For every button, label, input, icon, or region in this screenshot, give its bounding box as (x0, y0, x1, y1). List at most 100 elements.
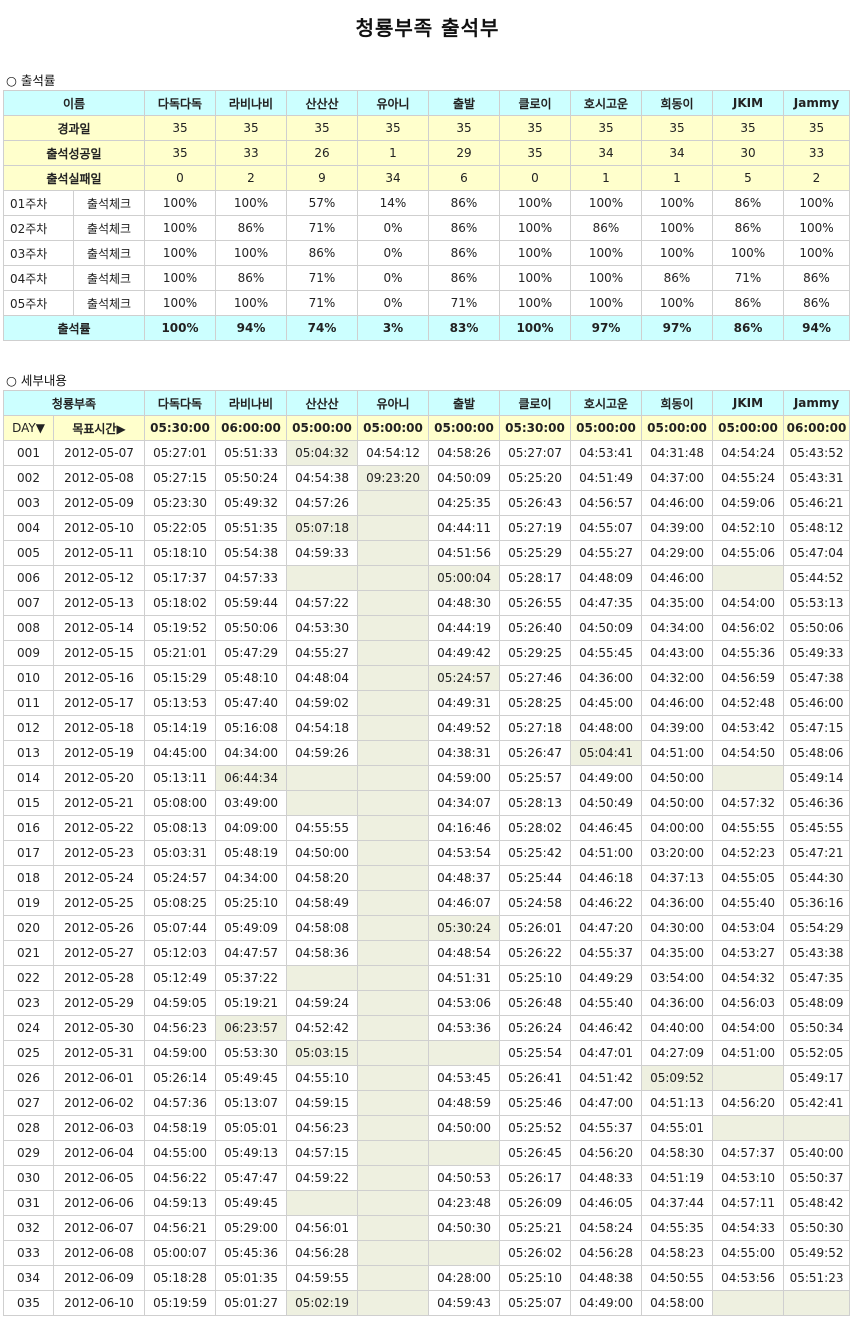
day-number: 004 (3, 515, 54, 541)
check-in-time: 05:25:10 (499, 1265, 572, 1291)
date: 2012-05-23 (52, 840, 146, 866)
check-in-time: 04:46:18 (570, 865, 643, 891)
check-in-time: 04:58:24 (570, 1215, 643, 1241)
check-in-time: 04:54:50 (712, 740, 785, 766)
check-in-time: 04:50:30 (428, 1215, 501, 1241)
member-name-header: Jammy (783, 90, 850, 116)
check-in-time: 04:49:00 (570, 1290, 643, 1316)
check-in-time: 05:24:58 (499, 890, 572, 916)
check-in-time: 05:09:52 (641, 1065, 714, 1091)
missing-cell (357, 1265, 430, 1291)
missing-cell (357, 1290, 430, 1316)
week-rate: 86% (783, 290, 850, 316)
day-number: 034 (3, 1265, 54, 1291)
check-in-time: 04:49:29 (570, 965, 643, 991)
missing-cell (357, 1190, 430, 1216)
target-time: 05:30:00 (499, 415, 572, 441)
week-rate: 100% (783, 240, 850, 266)
day-number: 025 (3, 1040, 54, 1066)
check-in-time: 03:49:00 (215, 790, 288, 816)
check-in-time: 04:52:10 (712, 515, 785, 541)
check-in-time: 05:50:37 (783, 1165, 851, 1191)
date: 2012-05-10 (52, 515, 146, 541)
day-row: 001 2012-05-07 05:27:01 05:51:33 05:04:32 04:… (3, 440, 851, 466)
missing-cell (286, 790, 359, 816)
check-in-time: 04:30:00 (641, 915, 714, 941)
total-rate-value: 94% (215, 315, 287, 341)
date: 2012-06-03 (52, 1115, 146, 1141)
check-in-time: 04:43:00 (641, 640, 714, 666)
check-in-time: 04:48:38 (570, 1265, 643, 1291)
day-row: 022 2012-05-28 05:12:49 05:37:22 04:51:31 05:… (3, 965, 851, 991)
check-in-time: 05:51:35 (215, 515, 288, 541)
week-rate: 71% (712, 265, 784, 291)
daily-detail-table: 청룡부족 다독다독 라비나비 산산산 유아니 출발 클로이 호시고운 희동이 JKIM Jammy D… (2, 390, 851, 1316)
total-rate-label: 출석률 (3, 315, 145, 341)
check-in-time: 04:56:59 (712, 665, 785, 691)
check-in-time: 05:03:15 (286, 1040, 359, 1066)
day-column-header: DAY▼ (3, 415, 54, 441)
target-time-label: 목표시간▶ (52, 415, 146, 441)
date: 2012-05-22 (52, 815, 146, 841)
check-in-time: 05:26:09 (499, 1190, 572, 1216)
member-name-header: 라비나비 (215, 390, 288, 416)
week-rate: 86% (428, 240, 500, 266)
check-in-time: 04:59:13 (144, 1190, 217, 1216)
check-in-time: 04:48:00 (570, 715, 643, 741)
name-header: 이름 (3, 90, 145, 116)
check-in-time: 04:48:04 (286, 665, 359, 691)
member-name-header: 산산산 (286, 90, 358, 116)
date: 2012-06-02 (52, 1090, 146, 1116)
check-in-time: 04:59:05 (144, 990, 217, 1016)
check-in-time: 05:00:04 (428, 565, 501, 591)
missing-cell (428, 1040, 501, 1066)
member-name-header: 호시고운 (570, 390, 643, 416)
summary-label: 출석성공일 (3, 140, 145, 166)
check-in-time: 04:48:30 (428, 590, 501, 616)
check-in-time: 05:43:31 (783, 465, 851, 491)
day-number: 016 (3, 815, 54, 841)
missing-cell (712, 765, 785, 791)
summary-row: 경과일 35 35 35 35 35 35 35 35 35 35 (3, 115, 850, 141)
check-in-time: 03:54:00 (641, 965, 714, 991)
check-in-time: 04:58:19 (144, 1115, 217, 1141)
day-row: 016 2012-05-22 05:08:13 04:09:00 04:55:55 04:… (3, 815, 851, 841)
check-in-time: 05:25:42 (499, 840, 572, 866)
check-in-time: 04:49:42 (428, 640, 501, 666)
check-in-time: 04:38:31 (428, 740, 501, 766)
day-row: 030 2012-06-05 04:56:22 05:47:47 04:59:22 04:… (3, 1165, 851, 1191)
check-in-time: 05:48:06 (783, 740, 851, 766)
check-in-time: 05:19:52 (144, 615, 217, 641)
check-in-time: 04:54:00 (712, 590, 785, 616)
check-in-time: 05:25:52 (499, 1115, 572, 1141)
day-number: 013 (3, 740, 54, 766)
check-in-time: 05:15:29 (144, 665, 217, 691)
date: 2012-05-16 (52, 665, 146, 691)
week-rate: 86% (712, 215, 784, 241)
check-in-time: 04:34:00 (215, 865, 288, 891)
check-in-time: 04:57:32 (712, 790, 785, 816)
check-in-time: 04:47:01 (570, 1040, 643, 1066)
missing-cell (357, 790, 430, 816)
check-in-time: 04:46:42 (570, 1015, 643, 1041)
check-in-time: 05:28:25 (499, 690, 572, 716)
day-row: 002 2012-05-08 05:27:15 05:50:24 04:54:38 09:… (3, 465, 851, 491)
member-name-header: 출발 (428, 390, 501, 416)
check-in-time: 05:07:18 (286, 515, 359, 541)
check-in-time: 04:51:19 (641, 1165, 714, 1191)
check-in-time: 04:25:35 (428, 490, 501, 516)
day-row: 012 2012-05-18 05:14:19 05:16:08 04:54:18 04:… (3, 715, 851, 741)
check-in-time: 04:59:15 (286, 1090, 359, 1116)
missing-cell (357, 765, 430, 791)
check-in-time: 04:57:33 (215, 565, 288, 591)
check-in-time: 04:16:46 (428, 815, 501, 841)
week-rate: 0% (357, 265, 429, 291)
week-rate: 86% (712, 190, 784, 216)
check-in-time: 04:59:43 (428, 1290, 501, 1316)
check-in-time: 04:48:09 (570, 565, 643, 591)
check-in-time: 04:55:27 (286, 640, 359, 666)
member-name-header: 유아니 (357, 90, 429, 116)
check-in-time: 04:51:13 (641, 1090, 714, 1116)
check-in-time: 04:56:01 (286, 1215, 359, 1241)
week-rate: 71% (286, 215, 358, 241)
